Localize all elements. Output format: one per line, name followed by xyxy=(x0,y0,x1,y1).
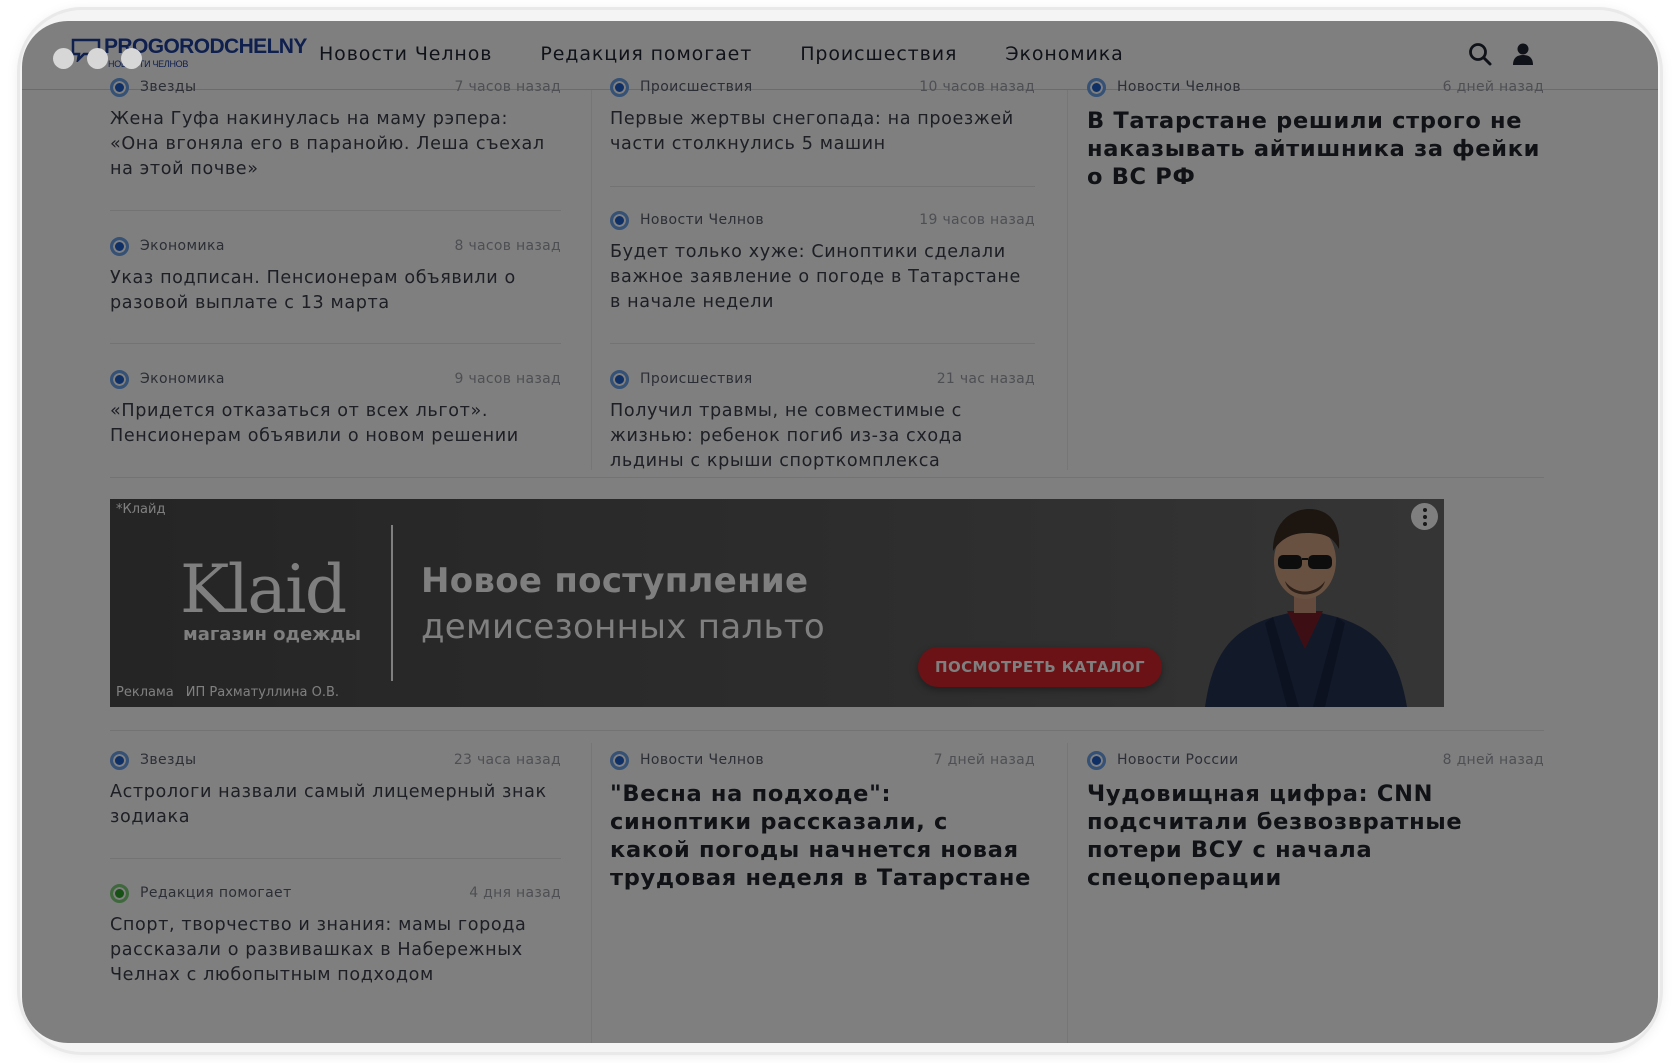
news-category[interactable]: Звезды xyxy=(140,752,196,768)
nav-item-incidents[interactable]: Происшествия xyxy=(800,43,957,65)
row-divider xyxy=(110,210,561,211)
news-category[interactable]: Происшествия xyxy=(640,371,753,387)
ad-brand-subtitle: магазин одежды xyxy=(183,624,362,645)
news-card-featured[interactable]: Новости России 8 дней назад Чудовищная ц… xyxy=(1087,749,1544,892)
ad-advertiser: ИП Рахматуллина О.В. xyxy=(185,685,340,700)
news-card[interactable]: Экономика 8 часов назад Указ подписан. П… xyxy=(110,235,561,316)
category-dot-icon xyxy=(610,370,629,389)
search-icon[interactable] xyxy=(1467,41,1493,67)
column-divider xyxy=(1067,90,1068,470)
ad-catalog-button[interactable]: ПОСМОТРЕТЬ КАТАЛОГ xyxy=(918,647,1162,687)
ad-banner[interactable]: *Клайд Klaid магазин одежды Новое поступ… xyxy=(110,499,1444,707)
main-nav: Новости Челнов Редакция помогает Происше… xyxy=(319,43,1124,65)
news-title[interactable]: Спорт, творчество и знания: мамы города … xyxy=(110,913,561,988)
ad-more-icon[interactable] xyxy=(1411,503,1438,530)
news-card[interactable]: Редакция помогает 4 дня назад Спорт, тво… xyxy=(110,882,561,988)
news-category[interactable]: Новости Челнов xyxy=(640,752,764,768)
news-card[interactable]: Происшествия 10 часов назад Первые жертв… xyxy=(610,76,1035,157)
news-time: 10 часов назад xyxy=(919,79,1035,95)
news-title[interactable]: «Придется отказаться от всех льгот». Пен… xyxy=(110,399,561,449)
news-card[interactable]: Экономика 9 часов назад «Придется отказа… xyxy=(110,368,561,449)
row-divider xyxy=(610,186,1035,187)
news-time: 6 дней назад xyxy=(1442,79,1544,95)
news-category[interactable]: Новости Челнов xyxy=(640,212,764,228)
news-title[interactable]: Жена Гуфа накинулась на маму рэпера: «Он… xyxy=(110,107,561,182)
category-dot-icon xyxy=(110,751,129,770)
category-dot-icon xyxy=(110,884,129,903)
category-dot-icon xyxy=(1087,751,1106,770)
category-dot-icon xyxy=(610,751,629,770)
window-close-button[interactable] xyxy=(53,48,74,69)
user-icon[interactable] xyxy=(1510,41,1536,67)
section-divider xyxy=(110,477,1544,478)
news-title[interactable]: В Татарстане решили строго не наказывать… xyxy=(1087,107,1544,191)
news-category[interactable]: Редакция помогает xyxy=(140,885,292,901)
news-title[interactable]: Получил травмы, не совместимые с жизнью:… xyxy=(610,399,1035,474)
news-card[interactable]: Новости Челнов 19 часов назад Будет толь… xyxy=(610,209,1035,315)
section-divider xyxy=(110,730,1544,731)
news-time: 21 час назад xyxy=(936,371,1035,387)
row-divider xyxy=(110,343,561,344)
news-time: 4 дня назад xyxy=(469,885,561,901)
ad-headline: Новое поступление xyxy=(421,561,809,601)
browser-screen: PROGORODCHELNY НОВОСТИ ЧЕЛНОВ Новости Че… xyxy=(22,21,1658,1043)
news-card-featured[interactable]: Новости Челнов 7 дней назад "Весна на по… xyxy=(610,749,1035,892)
news-category[interactable]: Экономика xyxy=(140,238,225,254)
nav-item-chelny-news[interactable]: Новости Челнов xyxy=(319,43,492,65)
news-category[interactable]: Происшествия xyxy=(640,79,753,95)
category-dot-icon xyxy=(1087,78,1106,97)
category-dot-icon xyxy=(610,211,629,230)
news-time: 8 часов назад xyxy=(454,238,561,254)
news-time: 9 часов назад xyxy=(454,371,561,387)
news-card[interactable]: Звезды 7 часов назад Жена Гуфа накинулас… xyxy=(110,76,561,182)
ad-model-image xyxy=(1205,509,1407,707)
ad-flag: *Клайд xyxy=(116,502,166,517)
category-dot-icon xyxy=(610,78,629,97)
news-title[interactable]: Чудовищная цифра: CNN подсчитали безвозв… xyxy=(1087,780,1544,892)
column-divider xyxy=(591,90,592,470)
row-divider xyxy=(110,858,561,859)
news-title[interactable]: Будет только хуже: Синоптики сделали важ… xyxy=(610,240,1035,315)
ad-divider xyxy=(391,525,393,681)
news-title[interactable]: Указ подписан. Пенсионерам объявили о ра… xyxy=(110,266,561,316)
ad-subheadline: демисезонных пальто xyxy=(421,607,826,647)
news-category[interactable]: Звезды xyxy=(140,79,196,95)
ad-brand-logo: Klaid xyxy=(180,551,347,628)
news-time: 23 часа назад xyxy=(453,752,561,768)
news-title[interactable]: Астрологи назвали самый лицемерный знак … xyxy=(110,780,561,830)
column-divider xyxy=(1067,743,1068,1043)
news-card-featured[interactable]: Новости Челнов 6 дней назад В Татарстане… xyxy=(1087,76,1544,191)
row-divider xyxy=(610,343,1035,344)
news-time: 19 часов назад xyxy=(919,212,1035,228)
news-category[interactable]: Экономика xyxy=(140,371,225,387)
news-card[interactable]: Происшествия 21 час назад Получил травмы… xyxy=(610,368,1035,474)
column-divider xyxy=(591,743,592,1043)
news-category[interactable]: Новости Челнов xyxy=(1117,79,1241,95)
news-card[interactable]: Звезды 23 часа назад Астрологи назвали с… xyxy=(110,749,561,830)
news-category[interactable]: Новости России xyxy=(1117,752,1239,768)
news-time: 8 дней назад xyxy=(1442,752,1544,768)
ad-legal: Реклама ИП Рахматуллина О.В. xyxy=(116,685,339,700)
nav-item-economy[interactable]: Экономика xyxy=(1005,43,1123,65)
category-dot-icon xyxy=(110,78,129,97)
nav-item-editorial-help[interactable]: Редакция помогает xyxy=(540,43,752,65)
category-dot-icon xyxy=(110,237,129,256)
ad-label: Реклама xyxy=(116,685,174,700)
news-title[interactable]: "Весна на подходе": синоптики рассказали… xyxy=(610,780,1035,892)
window-controls xyxy=(53,48,142,69)
news-time: 7 часов назад xyxy=(454,79,561,95)
window-maximize-button[interactable] xyxy=(121,48,142,69)
category-dot-icon xyxy=(110,370,129,389)
news-time: 7 дней назад xyxy=(933,752,1035,768)
news-title[interactable]: Первые жертвы снегопада: на проезжей час… xyxy=(610,107,1035,157)
window-minimize-button[interactable] xyxy=(87,48,108,69)
